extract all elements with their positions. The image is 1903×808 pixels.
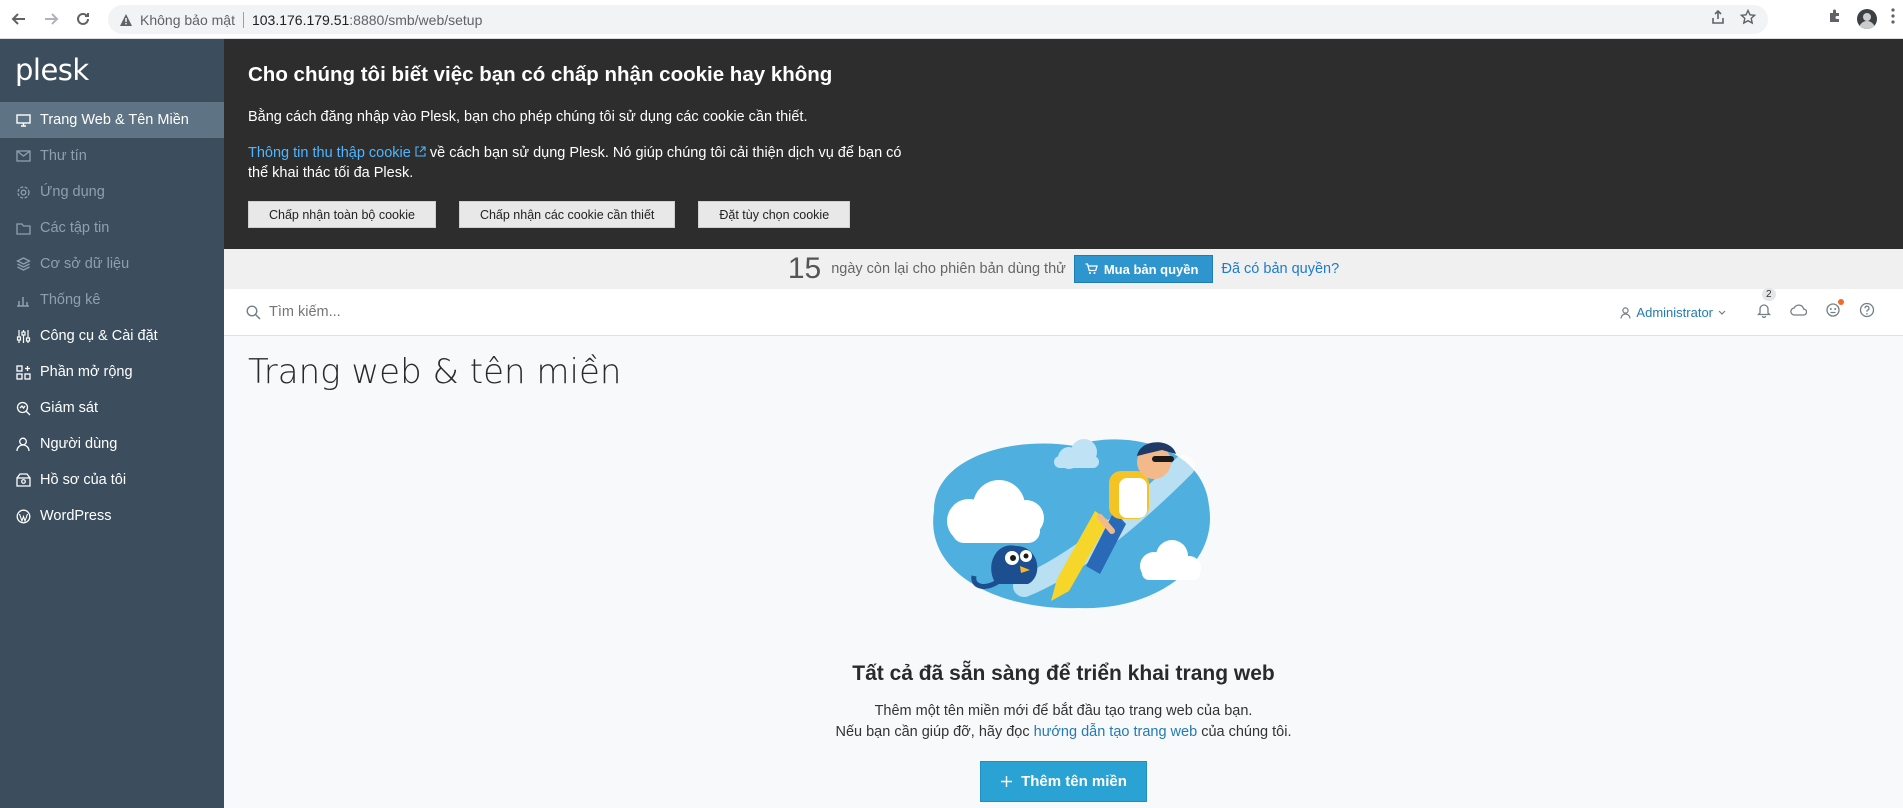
- search-icon: [246, 304, 261, 320]
- forward-button[interactable]: [38, 6, 64, 32]
- empty-state-title: Tất cả đã sẵn sàng để triển khai trang w…: [852, 662, 1275, 685]
- browser-menu-icon[interactable]: [1891, 8, 1895, 29]
- sidebar-item-label: Giám sát: [40, 400, 99, 416]
- trial-days-count: 15: [787, 252, 822, 285]
- chart-icon: [15, 292, 31, 308]
- add-domain-button[interactable]: Thêm tên miền: [980, 761, 1147, 802]
- chevron-down-icon: [1718, 310, 1726, 315]
- sidebar-item-applications[interactable]: Ứng dụng: [0, 174, 224, 210]
- reload-button[interactable]: [70, 6, 96, 32]
- sidebar-item-monitoring[interactable]: Giám sát: [0, 390, 224, 426]
- sidebar-item-label: Công cụ & Cài đặt: [40, 328, 158, 344]
- wordpress-icon: [15, 508, 31, 524]
- back-button[interactable]: [6, 6, 32, 32]
- external-link-icon: [415, 146, 426, 157]
- monitoring-icon: [15, 400, 31, 416]
- folder-icon: [15, 220, 31, 236]
- mail-icon: [15, 148, 31, 164]
- sidebar-item-label: Cơ sở dữ liệu: [40, 256, 130, 272]
- header-bar: Administrator 2: [224, 288, 1903, 336]
- security-label[interactable]: Không bảo mật: [140, 12, 235, 28]
- sidebar-item-wordpress[interactable]: WordPress: [0, 498, 224, 534]
- sidebar-item-databases[interactable]: Cơ sở dữ liệu: [0, 246, 224, 282]
- accept-all-cookies-button[interactable]: Chấp nhận toàn bộ cookie: [248, 201, 436, 228]
- website-guide-link[interactable]: hướng dẫn tạo trang web: [1034, 724, 1198, 740]
- arrow-right-icon: [45, 13, 59, 25]
- cart-icon: [1085, 263, 1098, 274]
- plesk-logo[interactable]: plesk: [0, 39, 224, 102]
- sidebar-item-users[interactable]: Người dùng: [0, 426, 224, 462]
- sidebar-item-label: WordPress: [40, 508, 112, 524]
- sidebar-item-statistics[interactable]: Thống kê: [0, 282, 224, 318]
- user-icon: [15, 436, 31, 452]
- accept-required-cookies-button[interactable]: Chấp nhận các cookie cần thiết: [458, 201, 676, 228]
- sidebar-item-files[interactable]: Các tập tin: [0, 210, 224, 246]
- gear-icon: [15, 184, 31, 200]
- trial-bar: 15 ngày còn lại cho phiên bản dùng thử M…: [224, 249, 1903, 289]
- empty-state-description: Thêm một tên miền mới để bắt đầu tạo tra…: [224, 701, 1903, 743]
- trial-text: ngày còn lại cho phiên bản dùng thử: [831, 261, 1066, 277]
- advisor-button[interactable]: [1825, 299, 1844, 323]
- sidebar: plesk Trang Web & Tên Miền Thư tín Ứng d…: [0, 39, 224, 808]
- omnibox-divider: [242, 11, 244, 28]
- extensions-puzzle-icon[interactable]: [1827, 8, 1843, 29]
- have-license-link[interactable]: Đã có bản quyền?: [1221, 261, 1339, 277]
- customize-cookies-button[interactable]: Đặt tùy chọn cookie: [698, 201, 851, 228]
- page-title: Trang web & tên miền: [248, 352, 622, 392]
- sidebar-item-tools-settings[interactable]: Công cụ & Cài đặt: [0, 318, 224, 354]
- url-path: :8880/smb/web/setup: [349, 11, 483, 28]
- browser-toolbar: Không bảo mật 103.176.179.51:8880/smb/we…: [0, 0, 1903, 39]
- search-input[interactable]: [269, 304, 569, 320]
- address-bar[interactable]: Không bảo mật 103.176.179.51:8880/smb/we…: [108, 5, 1768, 34]
- profile-icon: [15, 472, 31, 488]
- cookie-text-required: Bằng cách đăng nhập vào Plesk, bạn cho p…: [248, 109, 808, 125]
- url-host: 103.176.179.51: [251, 11, 350, 28]
- cloud-icon[interactable]: [1790, 303, 1808, 322]
- alert-dot: [1838, 299, 1844, 305]
- cookie-title: Cho chúng tôi biết việc bạn có chấp nhận…: [248, 63, 833, 86]
- arrow-left-icon: [11, 13, 25, 25]
- sidebar-item-my-profile[interactable]: Hồ sơ của tôi: [0, 462, 224, 498]
- reload-icon: [77, 12, 89, 25]
- notifications-button[interactable]: 2: [1756, 288, 1776, 323]
- warning-icon: [118, 12, 134, 28]
- user-menu[interactable]: Administrator: [1620, 305, 1726, 320]
- notifications-badge: 2: [1762, 288, 1776, 301]
- sliders-icon: [15, 328, 31, 344]
- sidebar-item-label: Người dùng: [40, 436, 118, 452]
- sidebar-item-label: Thống kê: [40, 292, 101, 308]
- sidebar-item-label: Ứng dụng: [40, 184, 105, 200]
- cookie-consent-banner: Cho chúng tôi biết việc bạn có chấp nhận…: [224, 39, 1903, 249]
- profile-avatar[interactable]: [1857, 8, 1877, 29]
- sidebar-item-label: Phần mở rộng: [40, 364, 133, 380]
- sidebar-item-extensions[interactable]: Phần mở rộng: [0, 354, 224, 390]
- monitor-icon: [15, 112, 31, 128]
- help-icon[interactable]: [1859, 302, 1875, 323]
- database-icon: [15, 256, 31, 272]
- cookie-info-link[interactable]: Thông tin thu thập cookie: [248, 145, 426, 161]
- empty-state-line-2: Nếu bạn cần giúp đỡ, hãy đọc hướng dẫn t…: [835, 724, 1292, 740]
- empty-state-line-1: Thêm một tên miền mới để bắt đầu tạo tra…: [874, 703, 1253, 719]
- sidebar-item-label: Thư tín: [40, 148, 87, 164]
- user-icon: [1620, 306, 1632, 319]
- main-content: Trang web & tên miền Tất cả đã sẵn sàng …: [224, 336, 1903, 808]
- cookie-text-analytics: Thông tin thu thập cookie về cách bạn sử…: [248, 145, 902, 181]
- sidebar-item-label: Hồ sơ của tôi: [40, 472, 127, 488]
- rocket-man-illustration: [933, 439, 1211, 609]
- plus-icon: [1001, 776, 1013, 787]
- bookmark-star-icon[interactable]: [1739, 8, 1757, 28]
- sidebar-item-mail[interactable]: Thư tín: [0, 138, 224, 174]
- buy-license-button[interactable]: Mua bản quyền: [1073, 255, 1214, 283]
- extensions-icon: [15, 364, 31, 380]
- sidebar-item-label: Trang Web & Tên Miền: [40, 112, 189, 128]
- share-icon[interactable]: [1710, 9, 1726, 28]
- bell-icon: [1756, 304, 1772, 319]
- sidebar-item-label: Các tập tin: [40, 220, 110, 236]
- sidebar-item-websites-domains[interactable]: Trang Web & Tên Miền: [0, 102, 224, 138]
